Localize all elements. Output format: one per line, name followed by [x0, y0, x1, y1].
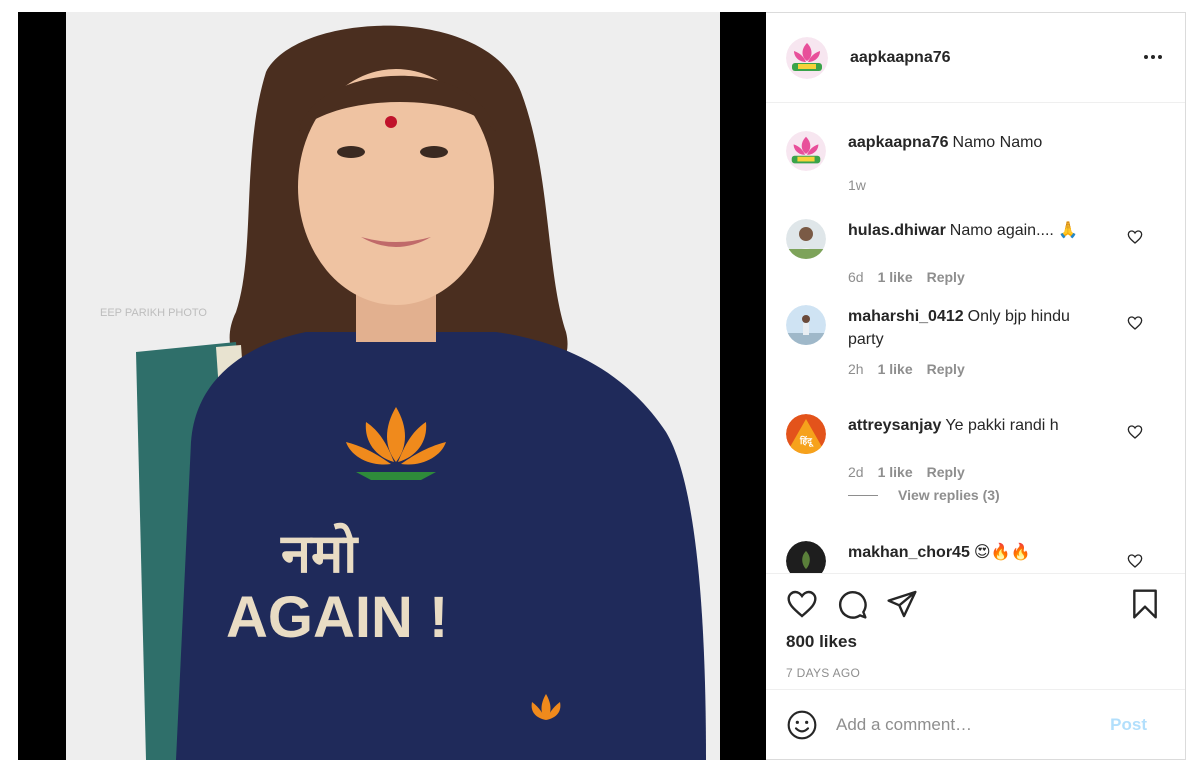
commenter-avatar[interactable]: हिंदू [786, 414, 826, 454]
comment-body: maharshi_0412 Only bjp hindu party [848, 305, 1108, 351]
post-photo: EEP PARIKH PHOTO नमो AGAIN ! [66, 12, 720, 760]
view-replies-line [848, 494, 878, 496]
view-replies-button[interactable]: View replies (3) [848, 487, 1000, 503]
post-media[interactable]: EEP PARIKH PHOTO नमो AGAIN ! [18, 12, 766, 760]
post-details-panel: aapkaapna76 aapkaapna76 Namo Namo 1w hul… [766, 12, 1186, 760]
post-actions: 800 likes 7 DAYS AGO [766, 573, 1185, 691]
shirt-hindi-text: नमो [280, 522, 359, 585]
svg-text:हिंदू: हिंदू [799, 435, 814, 447]
caption-body: aapkaapna76 Namo Namo [848, 131, 1108, 171]
comments-list[interactable]: aapkaapna76 Namo Namo 1w hulas.dhiwar Na… [766, 103, 1185, 573]
action-icons-row [786, 574, 1165, 634]
comment-item: hulas.dhiwar Namo again.... 🙏 6d 1 like R… [786, 219, 1165, 285]
caption-text: Namo Namo [952, 134, 1043, 151]
comment-username[interactable]: makhan_chor45 [848, 544, 970, 561]
comment-username[interactable]: attreysanjay [848, 417, 941, 434]
share-icon[interactable] [886, 588, 918, 620]
comment-username[interactable]: maharshi_0412 [848, 308, 964, 325]
comment-time[interactable]: 2h [848, 361, 864, 377]
post-photo-illustration: EEP PARIKH PHOTO नमो AGAIN ! [66, 12, 720, 760]
comment-body: attreysanjay Ye pakki randi h [848, 414, 1108, 454]
comment-like-heart-icon[interactable] [1127, 553, 1143, 569]
view-replies-label: View replies (3) [898, 487, 1000, 503]
comment-username[interactable]: hulas.dhiwar [848, 222, 946, 239]
caption-avatar[interactable] [786, 131, 826, 171]
reply-button[interactable]: Reply [927, 361, 965, 377]
comment-text: 😍🔥🔥 [973, 544, 1031, 561]
caption-meta: 1w [848, 177, 1165, 193]
commenter-avatar[interactable] [786, 305, 826, 345]
author-avatar[interactable] [786, 36, 828, 79]
comment-time[interactable]: 2d [848, 464, 864, 480]
bookmark-icon[interactable] [1129, 588, 1161, 620]
comment-likes[interactable]: 1 like [878, 361, 913, 377]
comment-item: हिंदू attreysanjay Ye pakki randi h 2d 1 … [786, 414, 1165, 480]
comment-meta: 2d 1 like Reply [848, 464, 1165, 480]
comment-input[interactable] [836, 714, 1111, 735]
post-header: aapkaapna76 [766, 13, 1185, 103]
heart-icon[interactable] [786, 588, 818, 620]
shirt-english-text: AGAIN ! [226, 585, 448, 650]
likes-count[interactable]: 800 likes [786, 632, 1165, 652]
reply-button[interactable]: Reply [927, 269, 965, 285]
caption-time[interactable]: 1w [848, 177, 866, 193]
comment-body: makhan_chor45 😍🔥🔥 [848, 541, 1108, 573]
comment-text: Namo again.... 🙏 [949, 222, 1079, 239]
comment-like-heart-icon[interactable] [1127, 229, 1143, 245]
post-timestamp[interactable]: 7 DAYS AGO [786, 666, 1165, 680]
comment-text: Ye pakki randi h [945, 417, 1059, 434]
add-comment-bar: Post [766, 689, 1185, 759]
caption: aapkaapna76 Namo Namo 1w [786, 131, 1165, 193]
emoji-icon[interactable] [786, 709, 818, 741]
watermark-text: EEP PARIKH PHOTO [100, 307, 207, 319]
comment-meta: 6d 1 like Reply [848, 269, 1165, 285]
comment-like-heart-icon[interactable] [1127, 424, 1143, 440]
comment-likes[interactable]: 1 like [878, 269, 913, 285]
post-comment-button[interactable]: Post [1110, 715, 1147, 735]
comment-time[interactable]: 6d [848, 269, 864, 285]
comment-item: makhan_chor45 😍🔥🔥 [786, 541, 1165, 573]
commenter-avatar[interactable] [786, 219, 826, 259]
commenter-avatar[interactable] [786, 541, 826, 573]
comment-item: maharshi_0412 Only bjp hindu party 2h 1 l… [786, 305, 1165, 377]
comment-icon[interactable] [836, 588, 868, 620]
comment-likes[interactable]: 1 like [878, 464, 913, 480]
comment-body: hulas.dhiwar Namo again.... 🙏 [848, 219, 1108, 259]
comment-meta: 2h 1 like Reply [848, 361, 1165, 377]
author-username[interactable]: aapkaapna76 [850, 49, 951, 67]
reply-button[interactable]: Reply [927, 464, 965, 480]
caption-username[interactable]: aapkaapna76 [848, 134, 949, 151]
more-options-icon[interactable] [1141, 47, 1165, 67]
comment-like-heart-icon[interactable] [1127, 315, 1143, 331]
